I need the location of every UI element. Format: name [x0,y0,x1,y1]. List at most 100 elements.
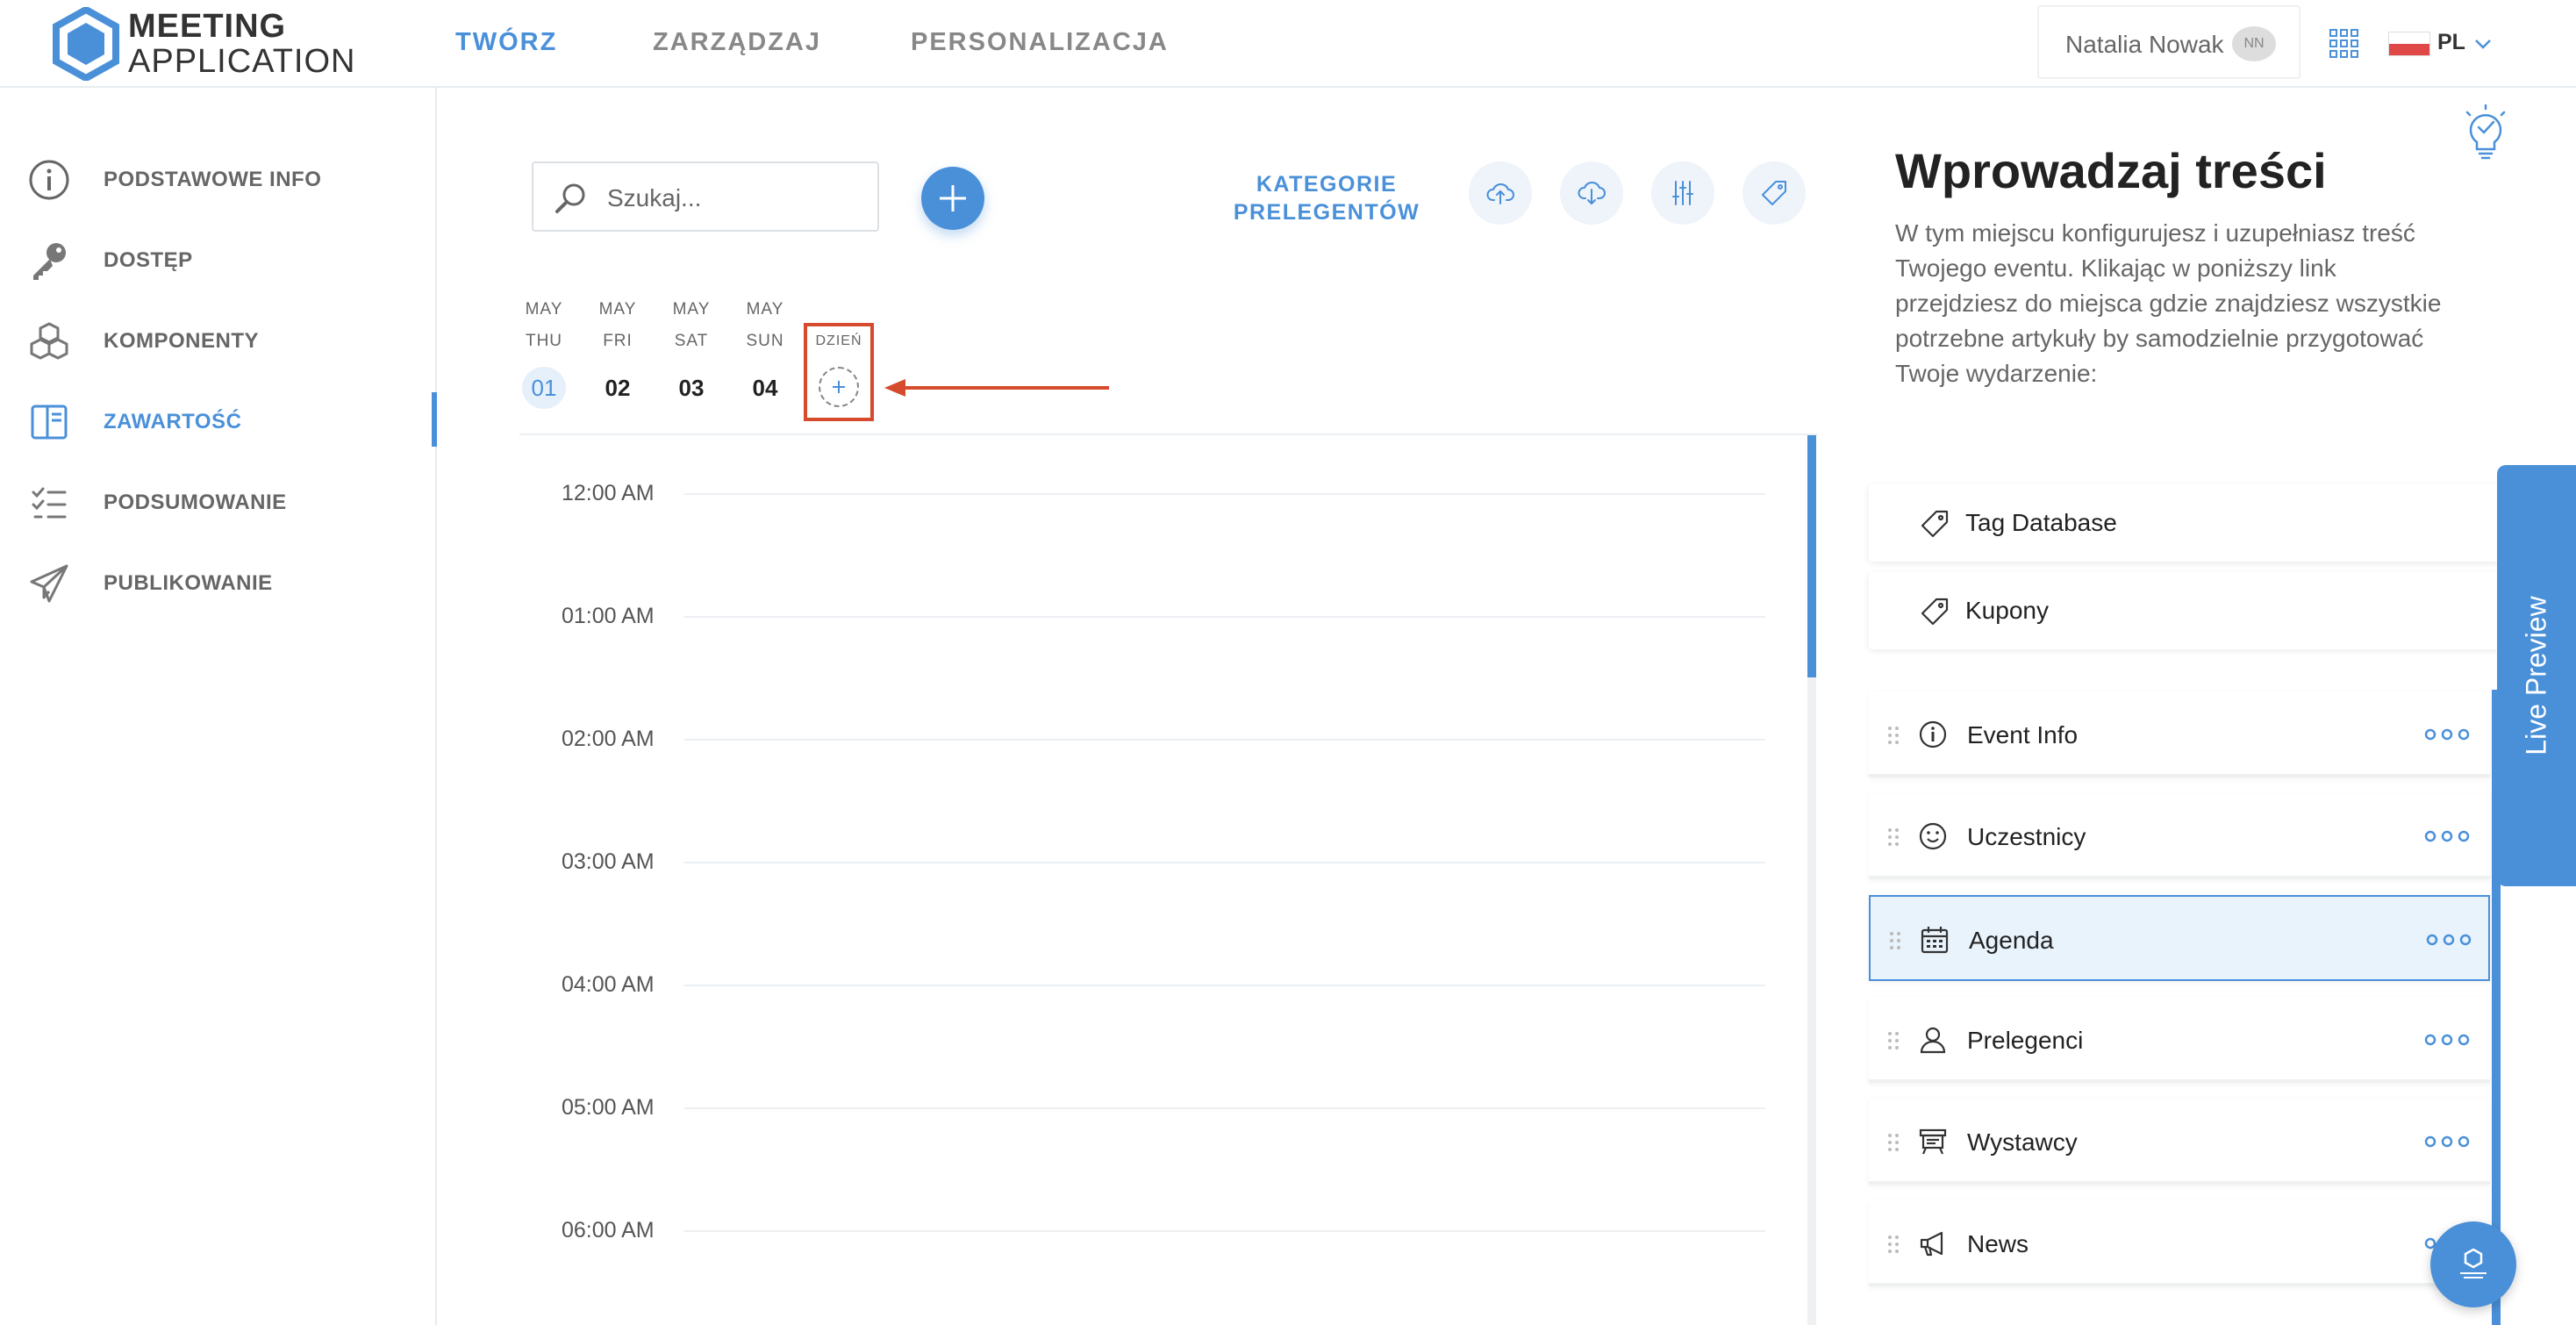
day-number: 01 [522,367,566,409]
sidebar-item-publikowanie[interactable]: PUBLIKOWANIE [0,550,435,612]
module-news[interactable]: News [1869,1200,2490,1286]
module-prelegenci[interactable]: Prelegenci [1869,997,2490,1083]
language-code[interactable]: PL [2437,30,2465,55]
tag-icon [1762,181,1786,205]
sidebar-item-zawartosc[interactable]: ZAWARTOŚĆ [0,389,437,450]
day-tab-3[interactable]: MAY SAT 03 [665,300,718,409]
user-menu[interactable]: Natalia Nowak NN [2037,5,2301,79]
add-day-circle[interactable] [819,367,859,407]
time-row: 03:00 AM [519,844,1765,879]
time-row: 12:00 AM [519,476,1765,511]
apps-grid-icon[interactable] [2329,28,2360,60]
top-header: MEETING APPLICATION TWÓRZ ZARZĄDZAJ PERS… [0,0,2576,88]
upload-button[interactable] [1469,161,1532,225]
live-preview-tab[interactable]: Live Preview [2497,465,2576,886]
drag-handle-icon[interactable] [1886,1132,1900,1153]
megaphone-icon [1920,1231,1943,1257]
day-tab-1[interactable]: MAY THU 01 [518,300,570,409]
sidebar-item-label: PODSUMOWANIE [104,491,287,514]
sidebar-item-label: ZAWARTOŚĆ [104,410,242,433]
module-label: Uczestnicy [1967,823,2086,850]
day-number: 04 [752,375,778,401]
content-panel-icon [31,405,68,440]
time-label: 05:00 AM [562,1095,655,1120]
module-label: Event Info [1967,721,2079,748]
add-day-label: DZIEŃ [815,333,862,348]
lightbulb-icon[interactable] [2462,104,2509,161]
time-label: 01:00 AM [562,604,655,628]
module-wystawcy[interactable]: Wystawcy [1869,1099,2490,1185]
calendar-icon [1921,927,1949,954]
time-label: 04:00 AM [562,972,655,997]
day-weekday: SAT [674,332,709,350]
checklist-icon [32,487,67,519]
drag-handle-icon[interactable] [1886,827,1900,848]
module-label: Wystawcy [1967,1128,2078,1156]
support-chat-button[interactable] [2430,1221,2516,1307]
tag-database-card[interactable]: Tag Database [1869,484,2501,562]
more-options-icon[interactable] [2423,828,2471,844]
more-options-icon[interactable] [2423,1134,2471,1150]
module-label: News [1967,1230,2029,1257]
nav-zarzadzaj[interactable]: ZARZĄDZAJ [653,28,821,57]
more-options-icon[interactable] [2423,727,2471,742]
drag-handle-icon[interactable] [1886,725,1900,746]
app-logo-icon [2460,1248,2487,1278]
logo-hexagon-icon[interactable] [53,7,119,81]
tag-card-label: Tag Database [1965,509,2117,536]
time-label: 12:00 AM [562,481,655,505]
coupons-card[interactable]: Kupony [1869,572,2501,649]
poland-flag-icon[interactable] [2388,32,2430,56]
agenda-timeline[interactable]: 12:00 AM 01:00 AM 02:00 AM 03:00 AM 04:0… [519,435,1818,1325]
sidebar-item-podstawowe-info[interactable]: PODSTAWOWE INFO [0,147,435,208]
tags-button[interactable] [1742,161,1806,225]
timeline-scrollbar-thumb[interactable] [1807,435,1816,677]
sidebar-item-label: PODSTAWOWE INFO [104,168,322,191]
sidebar-item-podsumowanie[interactable]: PODSUMOWANIE [0,469,435,531]
add-day-button[interactable]: DZIEŃ [804,323,874,421]
time-row: 01:00 AM [519,598,1765,634]
drag-handle-icon[interactable] [1888,930,1902,951]
day-tab-2[interactable]: MAY FRI 02 [591,300,644,409]
brand-line-2: APPLICATION [128,43,356,80]
day-tab-4[interactable]: MAY SUN 04 [739,300,791,409]
search-input[interactable]: Szukaj... [532,161,879,232]
search-icon [555,183,585,213]
key-icon [33,243,66,280]
nav-tworz[interactable]: TWÓRZ [455,28,557,57]
more-options-icon[interactable] [2425,932,2472,948]
chevron-down-icon[interactable] [2472,33,2494,54]
brand-name[interactable]: MEETING APPLICATION [128,9,355,79]
module-event-info[interactable]: Event Info [1869,691,2490,777]
panel-description: W tym miejscu konfigurujesz i uzupełnias… [1895,219,2442,387]
brand-line-1: MEETING [128,8,287,45]
speaker-categories-link[interactable]: KATEGORIE PRELEGENTÓW [1230,170,1423,226]
sidebar-item-label: KOMPONENTY [104,329,260,353]
day-number: 02 [605,375,631,401]
download-button[interactable] [1560,161,1623,225]
module-uczestnicy[interactable]: Uczestnicy [1869,793,2490,879]
day-number: 03 [678,375,705,401]
tag-card-label: Kupony [1965,597,2049,624]
panel-title: Wprowadzaj treści [1895,143,2327,198]
sidebar-item-komponenty[interactable]: KOMPONENTY [0,308,435,369]
more-options-icon[interactable] [2423,1032,2471,1048]
filter-settings-button[interactable] [1651,161,1714,225]
nav-personalizacja[interactable]: PERSONALIZACJA [911,28,1169,57]
person-icon [1920,1027,1946,1054]
tag-icon [1921,598,1949,626]
time-label: 03:00 AM [562,849,655,874]
time-row: 02:00 AM [519,721,1765,756]
sidebar-item-dostep[interactable]: DOSTĘP [0,227,435,289]
drag-handle-icon[interactable] [1886,1234,1900,1255]
sidebar-item-label: PUBLIKOWANIE [104,571,273,595]
category-link-line-1: KATEGORIE [1256,172,1398,197]
module-agenda[interactable]: Agenda [1869,895,2490,981]
download-icon [1578,182,1606,204]
live-preview-label: Live Preview [2520,596,2552,756]
user-name: Natalia Nowak [2065,31,2224,58]
time-label: 02:00 AM [562,727,655,751]
add-session-button[interactable] [921,167,984,230]
avatar: NN [2232,26,2276,61]
drag-handle-icon[interactable] [1886,1030,1900,1051]
